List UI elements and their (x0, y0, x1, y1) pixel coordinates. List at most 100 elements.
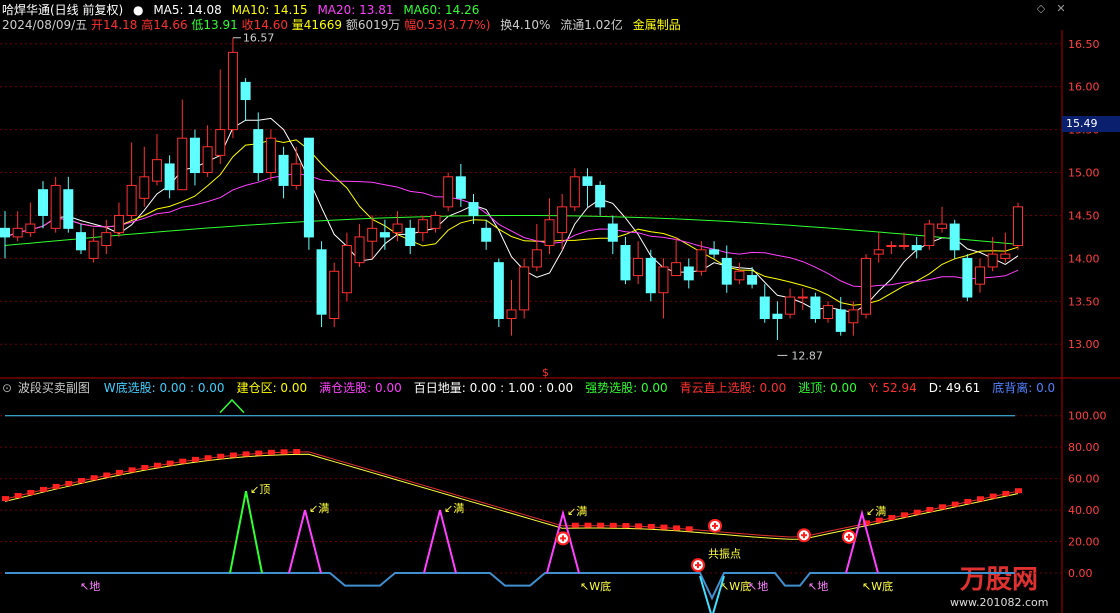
trend-dash (103, 472, 111, 478)
trend-dash (191, 456, 199, 462)
top-spike-label: ↙顶 (250, 483, 270, 496)
indicator-item-2: 满仓选股: 0.00 (319, 381, 402, 395)
candle-body (886, 245, 897, 248)
candle-body (139, 176, 150, 199)
wbottom-label-1: ↖W底 (580, 579, 611, 593)
candle-body (417, 219, 428, 234)
watermark-layer: 万股网www.201082.com (950, 565, 1048, 609)
trend-dash (65, 480, 73, 486)
candle-body (392, 223, 403, 234)
trend-dash (660, 524, 668, 530)
trend-dash (217, 453, 225, 459)
candle-body (797, 296, 808, 299)
indicator-item-6: 逃顶: 0.00 (798, 381, 857, 395)
candle-body (645, 257, 656, 294)
indicator-header: ⊙ 波段买卖副图 W底选股: 0.00 : 0.00 建仓区: 0.00 满仓选股:… (2, 380, 1073, 396)
trend-dash (964, 498, 972, 504)
trend-dash (229, 452, 237, 458)
trend-dash (2, 496, 9, 502)
candle-body (835, 309, 846, 332)
trend-dash (1002, 490, 1010, 496)
trend-dash (913, 509, 921, 515)
candle-body (430, 214, 441, 229)
candle-body (595, 184, 606, 208)
low-label: 12.87 (791, 349, 823, 362)
trend-dash (901, 512, 909, 518)
candle-body (557, 206, 568, 234)
indicator-item-9: 底背离: 0.0 (992, 381, 1056, 395)
trend-dash (179, 458, 187, 464)
trend-dash (267, 449, 275, 455)
candle-body (303, 137, 314, 238)
candle-body (823, 305, 834, 319)
candle-body (0, 227, 10, 238)
trend-dash (673, 525, 681, 531)
candle-body (759, 296, 770, 319)
indicator-grid: 100.00 80.00 60.00 40.00 20.00 0.00 (0, 410, 1107, 580)
trend-dash (939, 504, 947, 510)
chart-canvas[interactable]: 万股网www.201082.com 16.5016.0015.5015.0014… (0, 0, 1120, 613)
trend-dash (685, 526, 693, 532)
candle-body (506, 309, 517, 319)
candle-body (354, 236, 365, 264)
trend-dash (622, 523, 630, 529)
indicator-plot: ↙顶↙满 ↙满 ↙满 ↙满↖地 ↖W底 ↖W底↖地 ↖地 ↖W底共振点 (2, 398, 1022, 613)
candle-body (75, 232, 86, 251)
full-spike-1-label: ↙满 (309, 502, 329, 515)
full-spike-2-label: ↙满 (444, 502, 464, 515)
candle-body (911, 245, 922, 251)
trend-dash (141, 464, 149, 470)
candle-body (126, 184, 137, 216)
trend-dash (280, 449, 288, 455)
trend-dash (255, 450, 263, 456)
candle-body (747, 275, 758, 285)
wbottom-label-2: ↖W底 (720, 579, 751, 593)
indicator-name[interactable]: 波段买卖副图 (18, 381, 90, 395)
candle-body (468, 202, 479, 216)
trend-dash (609, 522, 617, 528)
candle-body (202, 146, 213, 174)
trend-dash (647, 523, 655, 529)
candle-body (341, 245, 352, 294)
trend-dash (90, 475, 98, 481)
indicator-tick-label: 40.00 (1068, 504, 1100, 517)
trend-dash (951, 501, 959, 507)
candle-body (151, 159, 162, 182)
candle-body (177, 137, 188, 191)
candle-body (937, 223, 948, 229)
candle-body (721, 257, 732, 285)
candle-body (37, 189, 48, 216)
candle-body (291, 163, 302, 186)
candle-body (164, 163, 175, 191)
candle-body (696, 249, 707, 272)
indicator-settings-icon[interactable]: ⊙ (2, 381, 12, 395)
candle-body (734, 270, 745, 281)
candle-body (265, 137, 276, 174)
candle-body (405, 227, 416, 247)
resonance-label: 共振点 (708, 546, 741, 560)
price-tick-label: 14.00 (1068, 252, 1100, 265)
candle-body (848, 309, 859, 324)
candle-body (519, 266, 530, 311)
trend-dash (153, 462, 161, 468)
candle-body (810, 296, 821, 319)
candle-body (962, 257, 973, 298)
candle-body (544, 219, 555, 247)
candle-body (443, 176, 454, 208)
candle-body (569, 176, 580, 208)
trend-dash (39, 486, 47, 492)
indicator-tick-label: 0.00 (1068, 567, 1093, 580)
full-spike-3-label: ↙满 (567, 505, 587, 518)
ma60-line (4, 215, 1019, 246)
candle-body (455, 176, 466, 199)
trend-dash (888, 515, 896, 521)
brand-url: www.201082.com (950, 596, 1048, 609)
price-tick-label: 15.00 (1068, 167, 1100, 180)
candle-body (481, 227, 492, 242)
price-tick-label: 16.50 (1068, 38, 1100, 51)
trend-dash (1015, 488, 1022, 494)
trend-dash (293, 449, 301, 455)
bottom-label-2: ↖地 (748, 580, 768, 593)
candle-body (189, 137, 200, 174)
trend-dash (584, 522, 592, 528)
